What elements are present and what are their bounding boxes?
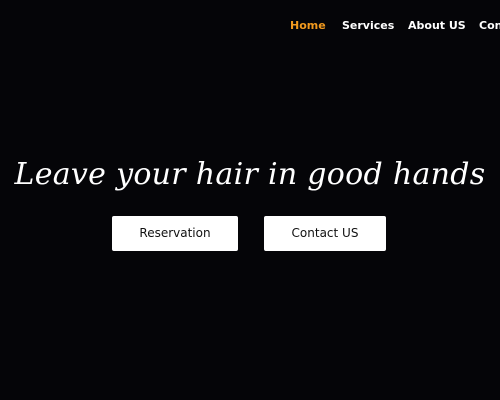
nav-link-home[interactable]: Home	[290, 18, 326, 34]
contact-us-button[interactable]: Contact US	[264, 216, 386, 251]
main-navigation: Home Services About US Contact US	[290, 18, 500, 36]
landing-page: Home Services About US Contact US Leave …	[0, 0, 500, 400]
nav-link-about-us[interactable]: About US	[408, 18, 466, 34]
reservation-button[interactable]: Reservation	[112, 216, 238, 251]
hero-title: Leave your hair in good hands	[14, 157, 486, 192]
nav-link-services[interactable]: Services	[342, 18, 394, 34]
nav-link-contact-us[interactable]: Contact US	[479, 18, 500, 34]
